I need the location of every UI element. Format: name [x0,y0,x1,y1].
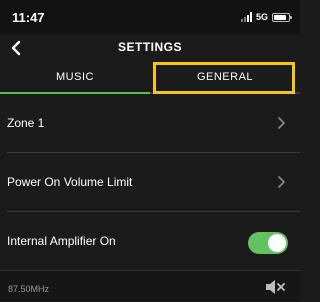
mini-player: 87.50MHz [0,270,300,301]
status-bar: 11:47 5G [0,0,300,34]
setting-label: Internal Amplifier On [7,234,116,248]
setting-label: Zone 1 [7,116,45,130]
setting-row-zone-1[interactable]: Zone 1 [0,94,300,152]
page-title: SETTINGS [117,40,182,54]
status-time: 11:47 [12,10,45,25]
tab-music[interactable]: MUSIC [0,62,150,94]
speaker-muted-icon [266,280,285,294]
signal-icon [240,12,252,22]
station-frequency: 87.50MHz [8,284,50,294]
tab-bar: MUSIC GENERAL [0,62,300,94]
tab-general[interactable]: GENERAL [150,62,300,94]
mute-button[interactable] [264,277,286,297]
setting-label: Power On Volume Limit [7,175,133,189]
status-indicators: 5G [240,11,292,23]
chevron-right-icon [278,176,285,188]
internal-amplifier-toggle[interactable] [248,232,288,254]
network-type: 5G [255,12,268,22]
header-bar: SETTINGS [0,34,300,62]
chevron-right-icon [278,117,285,129]
battery-icon [272,12,292,22]
toggle-knob [268,234,286,252]
setting-row-power-on-volume-limit[interactable]: Power On Volume Limit [0,153,300,211]
